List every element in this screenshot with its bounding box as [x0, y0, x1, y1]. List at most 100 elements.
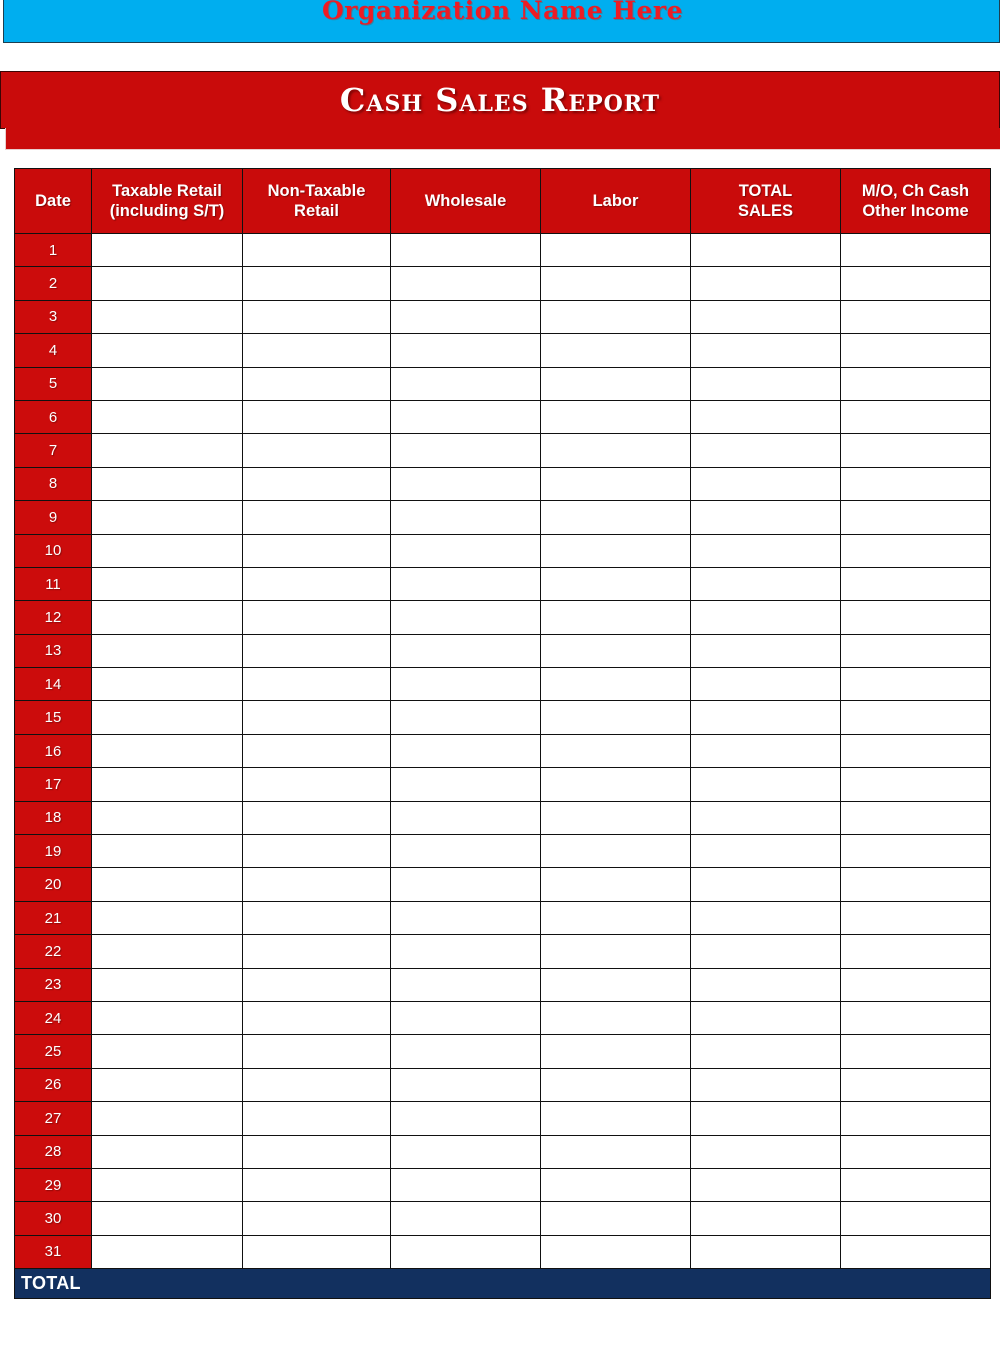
data-cell-wholesale[interactable]: [390, 1134, 541, 1169]
data-cell-wholesale[interactable]: [390, 399, 541, 435]
data-cell-wholesale[interactable]: [390, 767, 541, 802]
data-cell-total-sales[interactable]: [690, 399, 841, 435]
data-cell-other-income[interactable]: [840, 600, 991, 635]
data-cell-other-income[interactable]: [840, 1000, 991, 1036]
data-cell-wholesale[interactable]: [390, 1167, 541, 1203]
data-cell-wholesale[interactable]: [390, 1067, 541, 1103]
data-cell-non-taxable-retail[interactable]: [242, 1201, 391, 1236]
data-cell-other-income[interactable]: [840, 834, 991, 869]
data-cell-non-taxable-retail[interactable]: [242, 900, 391, 936]
data-cell-taxable-retail[interactable]: [91, 834, 243, 869]
data-cell-wholesale[interactable]: [390, 566, 541, 602]
data-cell-non-taxable-retail[interactable]: [242, 767, 391, 802]
data-cell-wholesale[interactable]: [390, 934, 541, 969]
data-cell-non-taxable-retail[interactable]: [242, 1067, 391, 1103]
data-cell-other-income[interactable]: [840, 967, 991, 1002]
data-cell-total-sales[interactable]: [690, 333, 841, 368]
data-cell-taxable-retail[interactable]: [91, 733, 243, 769]
data-cell-total-sales[interactable]: [690, 266, 841, 301]
data-cell-labor[interactable]: [540, 800, 691, 836]
data-cell-labor[interactable]: [540, 500, 691, 535]
data-cell-taxable-retail[interactable]: [91, 667, 243, 702]
data-cell-taxable-retail[interactable]: [91, 600, 243, 635]
data-cell-wholesale[interactable]: [390, 1201, 541, 1236]
data-cell-wholesale[interactable]: [390, 967, 541, 1002]
data-cell-other-income[interactable]: [840, 299, 991, 335]
data-cell-non-taxable-retail[interactable]: [242, 566, 391, 602]
data-cell-total-sales[interactable]: [690, 1000, 841, 1036]
data-cell-other-income[interactable]: [840, 800, 991, 836]
data-cell-wholesale[interactable]: [390, 733, 541, 769]
data-cell-non-taxable-retail[interactable]: [242, 1167, 391, 1203]
data-cell-other-income[interactable]: [840, 934, 991, 969]
data-cell-total-sales[interactable]: [690, 433, 841, 468]
data-cell-total-sales[interactable]: [690, 700, 841, 735]
data-cell-non-taxable-retail[interactable]: [242, 700, 391, 735]
data-cell-non-taxable-retail[interactable]: [242, 299, 391, 335]
data-cell-non-taxable-retail[interactable]: [242, 733, 391, 769]
data-cell-other-income[interactable]: [840, 1134, 991, 1169]
data-cell-labor[interactable]: [540, 967, 691, 1002]
data-cell-non-taxable-retail[interactable]: [242, 433, 391, 468]
data-cell-labor[interactable]: [540, 700, 691, 735]
data-cell-wholesale[interactable]: [390, 366, 541, 401]
data-cell-taxable-retail[interactable]: [91, 900, 243, 936]
data-cell-non-taxable-retail[interactable]: [242, 266, 391, 301]
data-cell-taxable-retail[interactable]: [91, 1067, 243, 1103]
data-cell-other-income[interactable]: [840, 533, 991, 568]
data-cell-taxable-retail[interactable]: [91, 533, 243, 568]
data-cell-other-income[interactable]: [840, 700, 991, 735]
data-cell-taxable-retail[interactable]: [91, 1000, 243, 1036]
data-cell-non-taxable-retail[interactable]: [242, 399, 391, 435]
data-cell-taxable-retail[interactable]: [91, 433, 243, 468]
data-cell-labor[interactable]: [540, 1034, 691, 1069]
data-cell-taxable-retail[interactable]: [91, 700, 243, 735]
data-cell-other-income[interactable]: [840, 500, 991, 535]
data-cell-other-income[interactable]: [840, 1067, 991, 1103]
data-cell-total-sales[interactable]: [690, 767, 841, 802]
total-cell-labor[interactable]: [540, 1268, 691, 1300]
data-cell-total-sales[interactable]: [690, 232, 841, 268]
data-cell-other-income[interactable]: [840, 867, 991, 902]
data-cell-taxable-retail[interactable]: [91, 466, 243, 502]
data-cell-wholesale[interactable]: [390, 633, 541, 669]
data-cell-other-income[interactable]: [840, 1167, 991, 1203]
data-cell-other-income[interactable]: [840, 667, 991, 702]
data-cell-other-income[interactable]: [840, 733, 991, 769]
data-cell-taxable-retail[interactable]: [91, 399, 243, 435]
data-cell-non-taxable-retail[interactable]: [242, 466, 391, 502]
data-cell-labor[interactable]: [540, 667, 691, 702]
data-cell-total-sales[interactable]: [690, 934, 841, 969]
data-cell-total-sales[interactable]: [690, 800, 841, 836]
data-cell-wholesale[interactable]: [390, 266, 541, 301]
data-cell-taxable-retail[interactable]: [91, 232, 243, 268]
data-cell-taxable-retail[interactable]: [91, 1034, 243, 1069]
data-cell-wholesale[interactable]: [390, 299, 541, 335]
data-cell-labor[interactable]: [540, 867, 691, 902]
data-cell-other-income[interactable]: [840, 767, 991, 802]
data-cell-non-taxable-retail[interactable]: [242, 1034, 391, 1069]
data-cell-labor[interactable]: [540, 1101, 691, 1136]
data-cell-non-taxable-retail[interactable]: [242, 667, 391, 702]
data-cell-wholesale[interactable]: [390, 333, 541, 368]
data-cell-wholesale[interactable]: [390, 500, 541, 535]
data-cell-non-taxable-retail[interactable]: [242, 934, 391, 969]
data-cell-total-sales[interactable]: [690, 1201, 841, 1236]
data-cell-taxable-retail[interactable]: [91, 1134, 243, 1169]
data-cell-labor[interactable]: [540, 600, 691, 635]
data-cell-other-income[interactable]: [840, 266, 991, 301]
data-cell-total-sales[interactable]: [690, 633, 841, 669]
organization-name[interactable]: Organization Name Here: [4, 0, 999, 28]
data-cell-labor[interactable]: [540, 533, 691, 568]
data-cell-total-sales[interactable]: [690, 967, 841, 1002]
data-cell-taxable-retail[interactable]: [91, 633, 243, 669]
data-cell-other-income[interactable]: [840, 1101, 991, 1136]
data-cell-wholesale[interactable]: [390, 900, 541, 936]
data-cell-other-income[interactable]: [840, 1234, 991, 1270]
data-cell-taxable-retail[interactable]: [91, 1234, 243, 1270]
data-cell-labor[interactable]: [540, 366, 691, 401]
data-cell-taxable-retail[interactable]: [91, 500, 243, 535]
data-cell-wholesale[interactable]: [390, 667, 541, 702]
data-cell-labor[interactable]: [540, 934, 691, 969]
data-cell-labor[interactable]: [540, 566, 691, 602]
